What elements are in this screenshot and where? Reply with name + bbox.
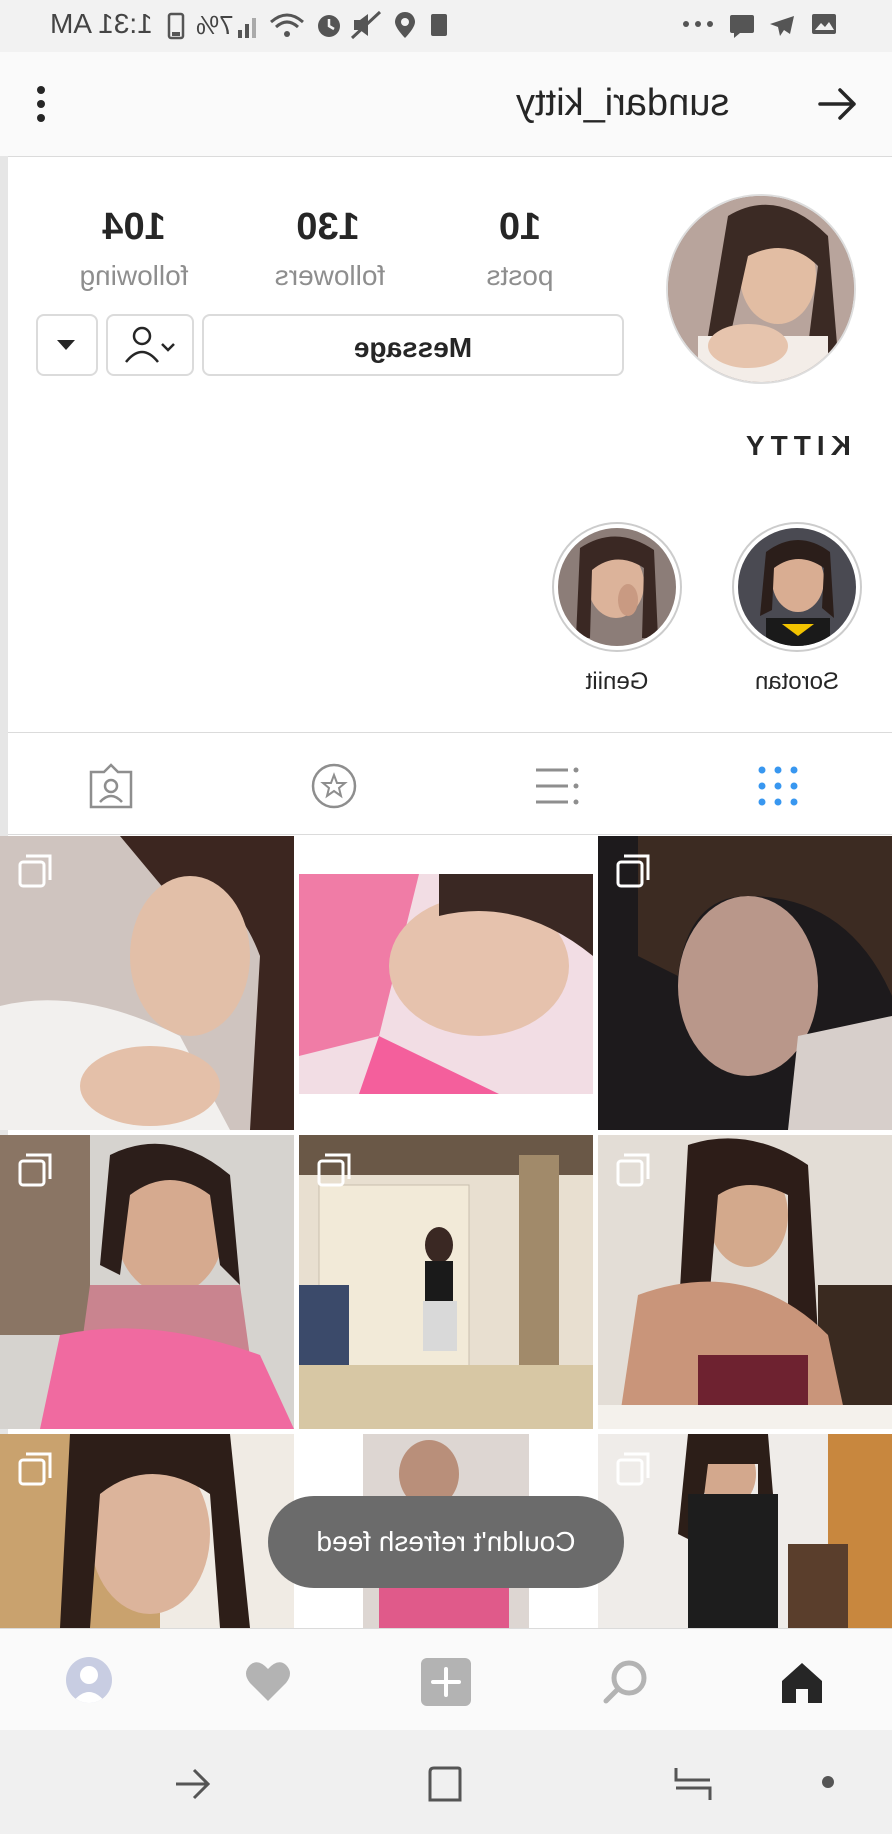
toast-message: Couldn't refresh feed: [268, 1496, 624, 1588]
profile-avatar[interactable]: [666, 194, 856, 384]
tabs-top-divider: [8, 732, 892, 733]
location-icon: [395, 12, 415, 38]
recycle-icon: [431, 14, 447, 36]
highlight-label: Geniit: [585, 668, 649, 695]
post-thumbnail[interactable]: [598, 1434, 892, 1628]
search-icon[interactable]: [602, 1659, 648, 1705]
highlight-label: Sorotan: [754, 668, 840, 695]
top-nav: sundari_kitty: [0, 52, 892, 157]
status-time: 1:31 AM: [50, 8, 153, 39]
avatar-photo: [668, 196, 854, 382]
alarm-icon: [318, 15, 340, 37]
user-check-icon: [125, 326, 175, 363]
following-count[interactable]: 104: [64, 206, 204, 249]
profile-full-name: KITTY: [740, 430, 851, 461]
posts-count[interactable]: 10: [450, 206, 590, 249]
battery-percent: 7%: [196, 10, 234, 40]
post-thumbnail[interactable]: [299, 1135, 593, 1429]
profile-tab-avatar[interactable]: [66, 1657, 112, 1703]
gallery-notification-icon: [812, 14, 836, 34]
multi-photo-icon: [18, 1452, 52, 1486]
tabs-bottom-divider: [8, 834, 892, 835]
profile-icon: [72, 1666, 106, 1703]
battery-icon: [167, 12, 185, 40]
tagged-icon: [89, 763, 133, 809]
multi-photo-icon: [616, 854, 650, 888]
system-nav-bar: [0, 1730, 892, 1834]
tab-tagged[interactable]: [88, 762, 134, 810]
profile-username: sundari_kitty: [516, 82, 730, 124]
mute-icon: [350, 10, 382, 40]
tab-list[interactable]: [534, 764, 580, 808]
caret-down-icon: [57, 340, 75, 350]
toast-text: Couldn't refresh feed: [316, 1526, 576, 1557]
multi-photo-icon: [317, 1153, 351, 1187]
telegram-notification-icon: [770, 16, 794, 36]
highlight-sorotan[interactable]: [732, 522, 862, 652]
followers-label: followers: [274, 260, 386, 291]
recent-apps-icon[interactable]: [672, 1764, 714, 1804]
post-thumbnail[interactable]: [0, 1434, 294, 1628]
tab-grid[interactable]: [756, 764, 800, 808]
add-icon[interactable]: [420, 1657, 472, 1707]
highlight-thumbnail: [558, 528, 676, 646]
home-button-icon[interactable]: [424, 1764, 464, 1804]
multi-photo-icon: [18, 1153, 52, 1187]
back-arrow-icon[interactable]: [816, 84, 860, 124]
options-menu-icon[interactable]: [30, 82, 52, 128]
message-notification-icon: [730, 15, 754, 38]
multi-photo-icon: [616, 1153, 650, 1187]
suggested-users-button[interactable]: [36, 314, 98, 376]
following-dropdown-button[interactable]: [106, 314, 194, 376]
multi-photo-icon: [616, 1452, 650, 1486]
post-thumbnail[interactable]: [0, 836, 294, 1130]
bottom-nav: [0, 1628, 892, 1731]
highlight-geniit[interactable]: [552, 522, 682, 652]
heart-icon[interactable]: [244, 1659, 292, 1703]
multi-photo-icon: [18, 854, 52, 888]
dot-icon[interactable]: [820, 1774, 836, 1790]
list-icon: [536, 767, 579, 805]
wifi-icon: [270, 13, 304, 37]
more-notifications-icon: [683, 21, 713, 27]
followers-count[interactable]: 130: [258, 206, 398, 249]
video-icon: [317, 1454, 353, 1482]
grid-icon: [758, 766, 798, 806]
signal-icon: [238, 18, 256, 38]
message-label: Message: [353, 332, 473, 363]
post-thumbnail[interactable]: [0, 1135, 294, 1429]
post-thumbnail[interactable]: [299, 836, 593, 1130]
star-icon: [311, 763, 357, 809]
posts-label: posts: [486, 260, 554, 291]
following-label: following: [79, 260, 189, 291]
post-photo: [299, 836, 593, 1130]
post-thumbnail[interactable]: [598, 1135, 892, 1429]
message-button[interactable]: Message: [202, 314, 624, 376]
status-bar: 7% 1:31 AM: [0, 0, 892, 52]
post-thumbnail[interactable]: [598, 836, 892, 1130]
home-icon[interactable]: [778, 1659, 826, 1705]
tab-saved[interactable]: [310, 762, 358, 810]
back-button-icon[interactable]: [172, 1764, 212, 1804]
highlight-thumbnail: [738, 528, 856, 646]
